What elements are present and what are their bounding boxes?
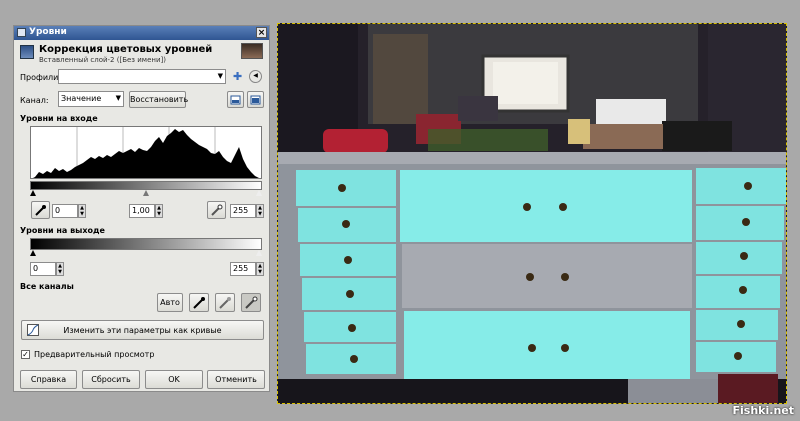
levels-icon (20, 45, 34, 59)
dialog-titlebar[interactable]: Уровни × (14, 26, 269, 40)
auto-button[interactable]: Авто (157, 293, 183, 312)
all-channels-label: Все каналы (20, 282, 74, 291)
cancel-button[interactable]: Отменить (207, 370, 265, 389)
output-high-field[interactable]: 255 (230, 262, 256, 276)
preset-menu-icon[interactable]: ◀ (249, 70, 262, 83)
reset-channel-button[interactable]: Восстановить (129, 91, 188, 108)
input-gamma-spinner[interactable]: ▲ ▼ (155, 204, 163, 218)
eyedropper-black-button[interactable] (31, 201, 50, 219)
close-icon: × (257, 28, 266, 38)
histogram (30, 126, 262, 179)
output-high-spinner[interactable]: ▲ ▼ (256, 262, 264, 276)
channel-label: Канал: (20, 96, 49, 105)
dropdown-arrow-icon: ▼ (115, 94, 121, 102)
ok-button[interactable]: OK (145, 370, 203, 389)
curves-icon (27, 324, 39, 336)
input-levels-label: Уровни на входе (20, 114, 98, 123)
eyedropper-black-icon (35, 205, 46, 216)
window-title: Уровни (29, 27, 67, 37)
add-preset-icon[interactable]: ✚ (233, 70, 242, 83)
input-gamma-slider[interactable] (143, 190, 149, 196)
input-high-spinner[interactable]: ▲ ▼ (256, 204, 264, 218)
output-gradient (30, 238, 262, 250)
eyedropper-gray-icon (219, 297, 231, 309)
log-histogram-button[interactable] (247, 91, 264, 108)
layer-thumbnail (241, 43, 263, 59)
window-icon (17, 28, 26, 37)
help-button[interactable]: Справка (20, 370, 77, 389)
output-high-slider[interactable] (256, 250, 262, 256)
input-high-slider[interactable] (256, 190, 262, 196)
input-high-field[interactable]: 255 (230, 204, 256, 218)
pick-gray-button[interactable] (215, 293, 235, 312)
output-low-spinner[interactable]: ▲ ▼ (56, 262, 64, 276)
watermark: Fishki.net (732, 404, 794, 417)
input-low-spinner[interactable]: ▲ ▼ (78, 204, 86, 218)
histogram-graph (33, 127, 259, 178)
dialog-heading: Коррекция цветовых уровней (39, 44, 213, 55)
edit-as-curves-button[interactable]: Изменить эти параметры как кривые (21, 320, 264, 340)
output-low-field[interactable]: 0 (30, 262, 56, 276)
levels-dialog: Уровни × Коррекция цветовых уровней Вста… (13, 25, 270, 392)
log-histogram-icon (250, 95, 261, 105)
linear-histogram-icon (230, 95, 241, 105)
input-low-field[interactable]: 0 (52, 204, 78, 218)
preview-checkbox[interactable]: ✓ (21, 350, 30, 359)
input-low-slider[interactable] (30, 190, 36, 196)
output-levels-label: Уровни на выходе (20, 226, 105, 235)
image-canvas[interactable] (277, 23, 787, 404)
layer-name: Вставленный слой-2 ([Без имени]) (39, 56, 166, 64)
eyedropper-white-icon (211, 204, 223, 216)
output-low-slider[interactable] (30, 250, 36, 256)
pick-white-button[interactable] (241, 293, 261, 312)
dresser-photo (278, 24, 786, 403)
dropdown-arrow-icon: ▼ (217, 72, 223, 80)
profiles-select[interactable]: ▼ (58, 69, 226, 84)
close-button[interactable]: × (256, 27, 267, 38)
eyedropper-white-button[interactable] (207, 201, 226, 219)
input-gradient (30, 181, 262, 190)
pick-black-button[interactable] (189, 293, 209, 312)
edit-as-curves-label: Изменить эти параметры как кривые (63, 326, 222, 335)
reset-button[interactable]: Сбросить (82, 370, 140, 389)
eyedropper-white-icon (245, 296, 258, 309)
input-gamma-field[interactable]: 1,00 (129, 204, 155, 218)
preview-label: Предварительный просмотр (34, 350, 155, 359)
profiles-label: Профили: (20, 73, 62, 82)
eyedropper-black-icon (193, 297, 205, 309)
linear-histogram-button[interactable] (227, 91, 244, 108)
channel-select[interactable]: Значение ▼ (58, 91, 124, 107)
